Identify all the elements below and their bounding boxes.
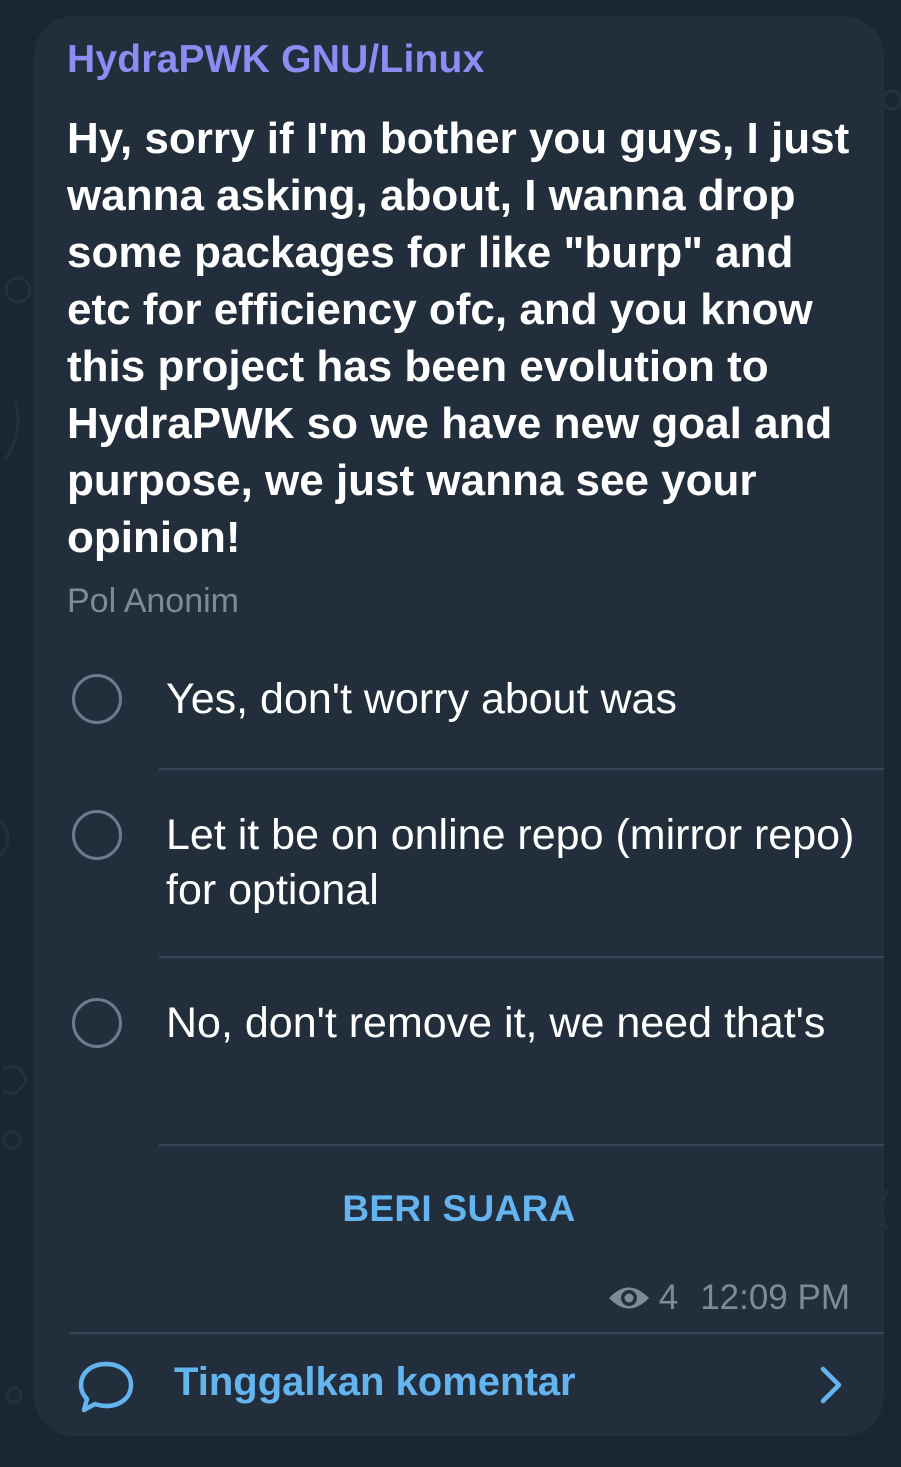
poll-type-label: Pol Anonim <box>67 582 239 620</box>
radio-button[interactable] <box>72 674 122 724</box>
poll-option-label: No, don't remove it, we need that's <box>166 999 826 1047</box>
radio-button[interactable] <box>72 998 122 1048</box>
poll-option-1[interactable]: Yes, don't worry about was <box>34 666 884 770</box>
vote-button[interactable]: BERI SUARA <box>34 1188 884 1230</box>
leave-comment-button[interactable]: Tinggalkan komentar <box>34 1334 884 1436</box>
channel-name[interactable]: HydraPWK GNU/Linux <box>67 38 484 82</box>
message-meta: 4 12:09 PM <box>607 1278 850 1318</box>
chevron-right-icon <box>820 1366 842 1404</box>
poll-message-bubble: HydraPWK GNU/Linux Hy, sorry if I'm both… <box>34 16 884 1436</box>
comment-bubble-icon <box>78 1361 134 1413</box>
option-divider <box>159 1144 884 1146</box>
leave-comment-label: Tinggalkan komentar <box>174 1360 576 1404</box>
message-time: 12:09 PM <box>700 1278 850 1317</box>
eye-icon <box>608 1287 649 1309</box>
option-divider <box>159 956 884 958</box>
poll-option-label: Yes, don't worry about was <box>166 675 677 723</box>
view-count: 4 <box>658 1278 679 1317</box>
poll-question: Hy, sorry if I'm bother you guys, I just… <box>67 114 850 562</box>
poll-option-2[interactable]: Let it be on online repo (mirror repo) f… <box>34 802 884 956</box>
poll-option-3[interactable]: No, don't remove it, we need that's <box>34 990 884 1144</box>
radio-button[interactable] <box>72 810 122 860</box>
option-divider <box>159 768 884 770</box>
poll-option-label: Let it be on online repo (mirror repo) f… <box>166 811 855 914</box>
